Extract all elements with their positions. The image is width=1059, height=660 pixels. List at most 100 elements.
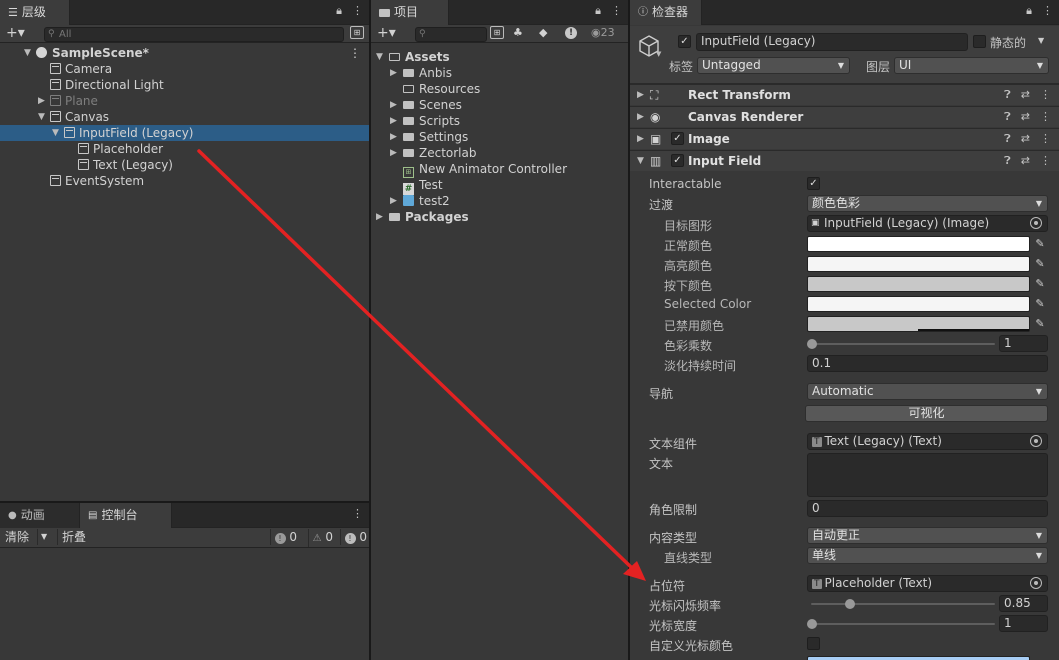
image-enabled-checkbox[interactable]: ✓ [671,132,684,145]
hierarchy-row[interactable]: ▼ InputField (Legacy) [0,125,369,141]
normal-color-swatch[interactable] [807,236,1030,252]
add-icon[interactable]: +▾ [6,25,25,41]
chevron-right-icon[interactable]: ▶ [390,145,400,161]
more-icon[interactable]: ⋮ [1042,4,1053,18]
project-row[interactable]: Resources [371,81,628,97]
hierarchy-row[interactable]: Placeholder [0,141,369,157]
more-icon[interactable]: ⋮ [1040,107,1051,127]
layer-dropdown[interactable]: UI ▼ [894,57,1049,74]
slider-handle[interactable] [807,619,817,629]
hierarchy-row[interactable]: ▶ Plane [0,93,369,109]
chevron-down-icon[interactable]: ▼ [52,125,62,141]
project-search-input[interactable]: ⚲ [415,27,487,42]
warning-filter-icon[interactable]: ! [565,27,577,39]
console-log-area[interactable] [0,549,369,660]
project-row[interactable]: ▶ Packages [371,209,628,225]
tab-project[interactable]: 项目 [371,0,449,25]
tag-dropdown[interactable]: Untagged ▼ [697,57,850,74]
help-icon[interactable]: ❓︎ [1004,85,1011,105]
preset-icon[interactable]: ⇄ [1021,129,1030,149]
more-icon[interactable]: ⋮ [1040,151,1051,171]
hierarchy-row[interactable]: ▼ Canvas [0,109,369,125]
input-field-enabled-checkbox[interactable]: ✓ [671,154,684,167]
object-picker-icon[interactable] [1030,435,1042,447]
caret-width-slider[interactable] [811,623,995,625]
hierarchy-row[interactable]: Camera [0,61,369,77]
hierarchy-row[interactable]: EventSystem [0,173,369,189]
chevron-right-icon[interactable]: ▶ [390,97,400,113]
text-component-field[interactable]: T Text (Legacy) (Text) [807,433,1048,450]
component-canvas-renderer[interactable]: ▶ ◉ Canvas Renderer ❓︎ ⇄ ⋮ [630,106,1059,127]
chevron-down-icon[interactable]: ▼ [656,50,661,58]
more-icon[interactable]: ⋮ [1040,85,1051,105]
component-input-field[interactable]: ▼ ▥ ✓ Input Field ❓︎ ⇄ ⋮ [630,150,1059,171]
slider-handle[interactable] [807,339,817,349]
lock-icon[interactable]: 🔒︎ [1026,4,1032,18]
tab-animation[interactable]: ● 动画 [0,503,80,528]
chevron-right-icon[interactable]: ▶ [376,209,386,225]
type-filter-icon[interactable]: ♣ [513,25,523,41]
more-icon[interactable]: ⋮ [611,4,622,18]
chevron-right-icon[interactable]: ▶ [38,93,48,109]
label-filter-icon[interactable]: ◆ [539,25,547,41]
color-multiplier-field[interactable]: 1 [999,335,1048,352]
color-multiplier-slider[interactable] [811,343,995,345]
chevron-right-icon[interactable]: ▶ [390,113,400,129]
preset-icon[interactable]: ⇄ [1021,107,1030,127]
project-row[interactable]: ⊞ New Animator Controller [371,161,628,178]
tab-console[interactable]: ▤ 控制台 [80,503,172,528]
lock-icon[interactable]: 🔒︎ [336,4,342,18]
more-icon[interactable]: ⋮ [352,4,363,18]
clear-button[interactable]: 清除 [5,529,29,545]
caret-width-field[interactable]: 1 [999,615,1048,632]
component-image[interactable]: ▶ ▣ ✓ Image ❓︎ ⇄ ⋮ [630,128,1059,149]
static-checkbox[interactable] [973,35,986,48]
hierarchy-search-input[interactable]: ⚲ All [44,27,344,42]
highlighted-color-swatch[interactable] [807,256,1030,272]
preset-icon[interactable]: ⇄ [1021,85,1030,105]
warning-count[interactable]: ⚠ 0 [307,529,333,547]
project-row[interactable]: ▶ Zectorlab [371,145,628,161]
pressed-color-swatch[interactable] [807,276,1030,292]
chevron-down-icon[interactable]: ▼ [38,109,48,125]
custom-caret-checkbox[interactable] [807,637,820,650]
chevron-right-icon[interactable]: ▶ [390,65,400,81]
interactable-checkbox[interactable]: ✓ [807,177,820,190]
project-row[interactable]: ▶ test2 [371,193,628,209]
placeholder-field[interactable]: T Placeholder (Text) [807,575,1048,592]
project-row[interactable]: # Test [371,177,628,195]
chevron-right-icon[interactable]: ▶ [390,193,400,209]
project-row[interactable]: ▶ Scripts [371,113,628,129]
transition-dropdown[interactable]: 颜色色彩 ▼ [807,195,1048,212]
collapse-button[interactable]: 折叠 [57,529,86,545]
component-rect-transform[interactable]: ▶ ⛶ Rect Transform ❓︎ ⇄ ⋮ [630,84,1059,105]
project-row[interactable]: ▶ Scenes [371,97,628,113]
info-count[interactable]: ! 0 [269,529,297,545]
chevron-down-icon[interactable]: ▼ [37,529,51,545]
line-type-dropdown[interactable]: 单线 ▼ [807,547,1048,564]
target-graphic-field[interactable]: ▣ InputField (Legacy) (Image) [807,215,1048,232]
eyedropper-icon[interactable]: ✎ [1033,297,1047,311]
help-icon[interactable]: ❓︎ [1004,107,1011,127]
visibility-count[interactable]: ◉23 [591,25,615,41]
visualize-button[interactable]: 可视化 [805,405,1048,422]
help-icon[interactable]: ❓︎ [1004,129,1011,149]
eyedropper-icon[interactable]: ✎ [1033,317,1047,331]
navigation-dropdown[interactable]: Automatic ▼ [807,383,1048,400]
project-row[interactable]: ▼ Assets [371,49,628,65]
error-count[interactable]: ! 0 [339,529,367,545]
add-icon[interactable]: +▾ [377,25,396,41]
fade-duration-field[interactable]: 0.1 [807,355,1048,372]
preset-icon[interactable]: ⇄ [1021,151,1030,171]
text-area[interactable] [807,453,1048,497]
disabled-color-swatch[interactable] [807,316,1030,332]
selected-color-swatch[interactable] [807,296,1030,312]
eyedropper-icon[interactable]: ✎ [1033,237,1047,251]
more-icon[interactable]: ⋮ [349,45,361,61]
eyedropper-icon[interactable]: ✎ [1033,257,1047,271]
chevron-down-icon[interactable]: ▼ [1038,36,1044,45]
object-picker-icon[interactable] [1030,577,1042,589]
project-row[interactable]: ▶ Settings [371,129,628,145]
object-picker-icon[interactable] [1030,217,1042,229]
slider-handle[interactable] [845,599,855,609]
